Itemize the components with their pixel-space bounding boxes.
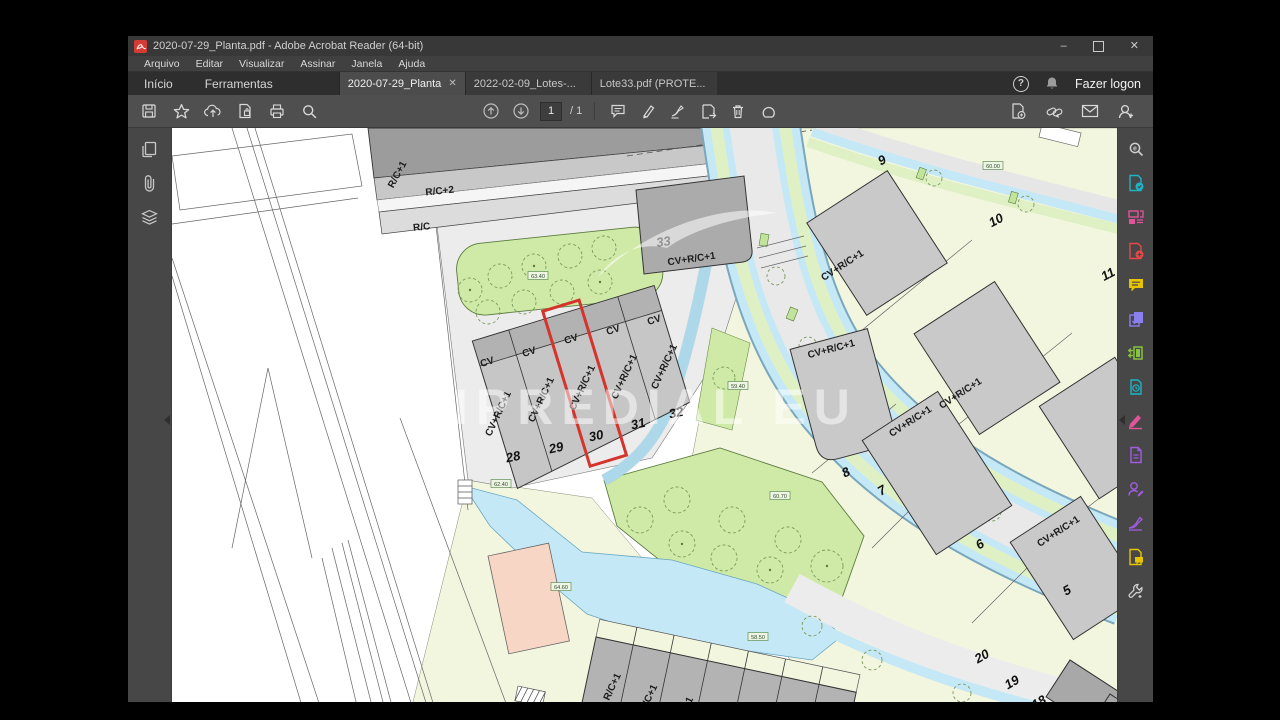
notifications-bell-icon[interactable] — [1045, 76, 1059, 91]
create-pdf-icon[interactable] — [1125, 240, 1147, 262]
email-button[interactable] — [1079, 100, 1101, 122]
request-signatures-icon[interactable] — [1125, 478, 1147, 500]
comment-icon[interactable] — [1125, 274, 1147, 296]
next-page-button[interactable] — [510, 100, 532, 122]
search-button[interactable] — [298, 100, 320, 122]
restore-button[interactable] — [1093, 41, 1104, 52]
delete-tool-button[interactable] — [727, 100, 749, 122]
page-number-input[interactable]: 1 — [540, 102, 562, 121]
fill-sign-icon[interactable] — [1125, 410, 1147, 432]
export-pdf-tool-button[interactable] — [1007, 100, 1029, 122]
scan-ocr-icon[interactable] — [1125, 376, 1147, 398]
svg-text:64.60: 64.60 — [554, 585, 568, 591]
screenshot-stage: 2020-07-29_Planta.pdf - Adobe Acrobat Re… — [0, 0, 1280, 720]
doc-tab-lote33[interactable]: Lote33.pdf (PROTE... — [591, 72, 717, 95]
sign-in-link[interactable]: Fazer logon — [1075, 77, 1141, 91]
svg-text:58.50: 58.50 — [751, 635, 765, 641]
edit-pdf-icon[interactable] — [1125, 342, 1147, 364]
menu-visualizar[interactable]: Visualizar — [231, 58, 292, 70]
send-file-button[interactable] — [697, 100, 719, 122]
tab-bar: Início Ferramentas 2020-07-29_Planta....… — [128, 72, 1153, 95]
toolbar: 1 / 1 — [128, 95, 1153, 128]
svg-text:62.40: 62.40 — [494, 482, 508, 488]
export-pdf-icon[interactable] — [1125, 172, 1147, 194]
menu-editar[interactable]: Editar — [188, 58, 231, 70]
svg-text:60.70: 60.70 — [773, 494, 787, 500]
print-button[interactable] — [266, 100, 288, 122]
site-plan-drawing: R/C+1 R/C+2 R/C — [172, 128, 1117, 702]
layers-icon[interactable] — [139, 206, 161, 228]
combine-files-icon[interactable] — [1125, 308, 1147, 330]
title-bar: 2020-07-29_Planta.pdf - Adobe Acrobat Re… — [128, 36, 1153, 56]
attachments-icon[interactable] — [139, 172, 161, 194]
window-title: 2020-07-29_Planta.pdf - Adobe Acrobat Re… — [153, 40, 1061, 52]
export-page-button[interactable] — [234, 100, 256, 122]
prepare-form-icon[interactable] — [1125, 444, 1147, 466]
doc-tab-lotes-label: 2022-02-09_Lotes-... — [474, 78, 576, 90]
minimize-button[interactable]: – — [1061, 41, 1067, 52]
share-link-button[interactable] — [1043, 100, 1065, 122]
search-icon[interactable]: e — [1125, 138, 1147, 160]
page-comment-icon[interactable] — [1125, 546, 1147, 568]
cloud-upload-button[interactable] — [202, 100, 224, 122]
left-panel-rail — [128, 128, 172, 702]
undo-rotate-button[interactable] — [757, 100, 779, 122]
page-count-label: / 1 — [570, 105, 582, 117]
doc-tab-lotes[interactable]: 2022-02-09_Lotes-... — [465, 72, 591, 95]
page-thumbnails-icon[interactable] — [139, 138, 161, 160]
comment-tool-button[interactable] — [607, 100, 629, 122]
band-rc-label: R/C — [413, 221, 431, 234]
right-panel-collapse-handle[interactable] — [1119, 415, 1125, 425]
menu-janela[interactable]: Janela — [343, 58, 390, 70]
star-favorite-button[interactable] — [170, 100, 192, 122]
menu-bar: Arquivo Editar Visualizar Assinar Janela… — [128, 56, 1153, 72]
svg-text:60.00: 60.00 — [986, 164, 1000, 170]
acrobat-logo-icon — [134, 40, 147, 53]
more-tools-icon[interactable] — [1125, 580, 1147, 602]
organize-pages-icon[interactable] — [1125, 206, 1147, 228]
stairs — [458, 480, 472, 504]
tab-home[interactable]: Início — [128, 72, 189, 95]
menu-arquivo[interactable]: Arquivo — [136, 58, 188, 70]
doc-tab-lote33-label: Lote33.pdf (PROTE... — [600, 78, 706, 90]
save-button[interactable] — [138, 100, 160, 122]
certificates-icon[interactable] — [1125, 512, 1147, 534]
doc-tab-planta-label: 2020-07-29_Planta.... — [348, 78, 443, 90]
left-panel-collapse-handle[interactable] — [164, 415, 170, 425]
share-with-people-button[interactable] — [1115, 100, 1137, 122]
svg-text:e: e — [1133, 146, 1137, 153]
tools-rail: e — [1117, 128, 1153, 702]
watermark-text: IPREDIAL EU — [454, 379, 858, 435]
menu-ajuda[interactable]: Ajuda — [390, 58, 433, 70]
help-icon[interactable]: ? — [1013, 76, 1029, 92]
svg-text:63.40: 63.40 — [531, 274, 545, 280]
tab-tools[interactable]: Ferramentas — [189, 72, 289, 95]
close-button[interactable]: ✕ — [1130, 41, 1139, 52]
highlight-tool-button[interactable] — [637, 100, 659, 122]
previous-page-button[interactable] — [480, 100, 502, 122]
doc-tab-planta[interactable]: 2020-07-29_Planta.... ✕ — [339, 72, 465, 95]
sign-tool-button[interactable] — [667, 100, 689, 122]
doc-tab-close-icon[interactable]: ✕ — [448, 78, 456, 89]
pdf-document-canvas[interactable]: R/C+1 R/C+2 R/C — [172, 128, 1117, 702]
menu-assinar[interactable]: Assinar — [292, 58, 343, 70]
acrobat-window: 2020-07-29_Planta.pdf - Adobe Acrobat Re… — [128, 36, 1153, 702]
